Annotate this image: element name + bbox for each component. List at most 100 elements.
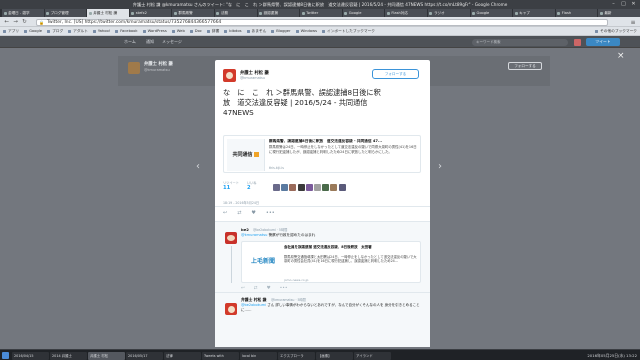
reply-author-handle[interactable]: @be2obokumi	[253, 228, 276, 232]
window-controls: – □ ✕	[610, 1, 637, 8]
retweeter-avatar[interactable]	[297, 184, 305, 191]
profile-handle: @kmuramatsu	[144, 68, 170, 72]
retweet-stat[interactable]: リツイート 11	[223, 180, 239, 194]
browser-tab[interactable]: 最新	[598, 9, 640, 17]
previous-tweet-arrow-icon[interactable]: ‹	[196, 161, 200, 172]
bookmark-item[interactable]: 辞書	[206, 27, 219, 35]
taskbar-item[interactable]: local bin	[240, 351, 277, 360]
browser-tab[interactable]: Google	[470, 9, 513, 17]
reply-link-card[interactable]: 上毛新聞 会社員を誤認逮捕 道交法違反容疑、8日後釈放 太田署 群馬県警交通指導…	[241, 241, 421, 283]
nav-notifications[interactable]: 通知	[146, 36, 154, 48]
next-tweet-arrow-icon[interactable]: ›	[438, 161, 442, 172]
browser-tab[interactable]: 法務	[214, 9, 257, 17]
browser-tab[interactable]: Twitter	[300, 9, 342, 17]
retweeter-avatar[interactable]	[330, 184, 338, 191]
like-icon[interactable]: ♥	[251, 210, 255, 216]
thread-line	[230, 246, 232, 283]
mention-link[interactable]: @be2obokumi	[241, 303, 266, 307]
taskbar-item[interactable]: 2016/05/17	[126, 351, 163, 360]
retweeter-avatar[interactable]	[338, 184, 346, 191]
close-modal-icon[interactable]: ×	[617, 51, 625, 61]
user-avatar[interactable]	[574, 38, 581, 46]
retweet-icon[interactable]: ⇄	[254, 286, 258, 291]
bookmark-item[interactable]: Doc	[189, 27, 202, 35]
twitter-search-input[interactable]: キーワード検索	[472, 38, 568, 46]
reply-author-name[interactable]: be2	[241, 227, 249, 232]
other-bookmarks[interactable]: その他のブックマーク	[595, 27, 637, 35]
browser-tab[interactable]: Google	[342, 9, 385, 17]
follow-button[interactable]: フォローする	[372, 69, 419, 79]
address-bar[interactable]: 🔒 Twitter, Inc. [US] https://twitter.com…	[36, 18, 608, 26]
retweeter-avatar[interactable]	[313, 184, 321, 191]
reply-time[interactable]: · 5時間	[295, 298, 305, 302]
link-card[interactable]: 共同通信 群馬県警、誤認逮捕8日後に釈放 道交法違反容疑 - 共同通信 47..…	[223, 135, 421, 173]
reply-author-handle[interactable]: @kmuramatsu	[271, 298, 294, 302]
browser-tab[interactable]: Flash	[555, 9, 598, 17]
browser-tab[interactable]: Flash対応	[385, 9, 427, 17]
bookmark-item[interactable]: bibdos	[224, 27, 242, 35]
author-handle[interactable]: @kmuramatsu	[240, 76, 265, 80]
retweeter-avatar[interactable]	[289, 184, 297, 191]
more-icon[interactable]: •••	[266, 210, 275, 216]
bookmark-item[interactable]: アダルト	[68, 27, 88, 35]
mention-link[interactable]: @kmuramatsu	[241, 233, 267, 237]
taskbar-item[interactable]: エクスプローラ	[278, 351, 315, 360]
bookmark-item[interactable]: Yahoo!	[92, 27, 110, 35]
browser-tab[interactable]: ラジオ	[427, 9, 470, 17]
reply-avatar[interactable]	[225, 303, 237, 315]
bookmark-item[interactable]: あまぞん	[246, 27, 266, 35]
retweet-count: 11	[223, 185, 231, 191]
bookmark-item[interactable]: Web	[171, 27, 185, 35]
browser-tab[interactable]: ブログ管理	[44, 9, 87, 17]
taskbar-item-active[interactable]: 弁護士 村松	[88, 351, 125, 360]
tweet-text: な に こ れ ＞群馬県警、誤認逮捕8日後に釈 放 道交法違反容疑 | 2016…	[223, 88, 423, 118]
retweeter-avatar[interactable]	[273, 184, 280, 191]
nav-messages[interactable]: メッセージ	[162, 36, 182, 48]
bookmark-item[interactable]: Facebook	[115, 27, 138, 35]
reply-time[interactable]: · 5時間	[277, 228, 287, 232]
forward-icon[interactable]: →	[12, 19, 19, 26]
browser-tab[interactable]: 金曜日 - 雑学	[2, 9, 44, 17]
retweeter-avatar[interactable]	[305, 184, 313, 191]
menu-icon[interactable]: ≡	[629, 19, 637, 26]
reply-avatar[interactable]	[225, 232, 237, 244]
taskbar-item[interactable]: Tweets with	[202, 351, 239, 360]
retweeter-avatar[interactable]	[281, 184, 289, 191]
bookmark-item[interactable]: Windows	[295, 27, 317, 35]
taskbar-item[interactable]: 2016/04/15	[12, 351, 49, 360]
bookmark-item[interactable]: インポートしたブックマーク	[322, 27, 375, 35]
bookmark-item[interactable]: Blogger	[271, 27, 291, 35]
card-description: 群馬県警は24日、一時停止をしなかったとして道交法違反の疑いで同県大泉町の男性(…	[269, 145, 417, 154]
tweet-compose-button[interactable]: ツイート	[586, 38, 620, 46]
like-icon[interactable]: ♥	[267, 286, 271, 291]
reply-icon[interactable]: ↩	[241, 286, 245, 291]
back-icon[interactable]: ←	[3, 19, 10, 26]
retweeter-avatar[interactable]	[322, 184, 330, 191]
minimize-button[interactable]: –	[610, 1, 617, 8]
author-avatar[interactable]	[223, 69, 236, 82]
browser-tab[interactable]: キャプ	[513, 9, 555, 17]
bookmark-item[interactable]: WordPress	[142, 27, 167, 35]
bookmark-item[interactable]: Google	[24, 27, 42, 35]
taskbar-item[interactable]: 2014 弁護士	[50, 351, 87, 360]
like-stat[interactable]: いいね 2	[247, 180, 257, 194]
bookmark-item[interactable]: アプリ	[3, 27, 19, 35]
browser-tab[interactable]: 誤認逮捕	[257, 9, 300, 17]
reply-icon[interactable]: ↩	[223, 210, 227, 216]
taskbar-item[interactable]: アイランド	[354, 351, 391, 360]
maximize-button[interactable]: □	[620, 1, 627, 8]
browser-tab[interactable]: stefx2	[129, 9, 172, 17]
more-icon[interactable]: •••	[280, 286, 288, 291]
nav-home[interactable]: ホーム	[124, 36, 136, 48]
profile-follow-button[interactable]: フォローする	[508, 62, 542, 70]
taskbar-item[interactable]: 【画像】	[316, 351, 353, 360]
start-menu-icon[interactable]	[2, 352, 9, 359]
retweet-icon[interactable]: ⇄	[237, 210, 241, 216]
browser-tab[interactable]: 群馬県警	[172, 9, 214, 17]
close-window-button[interactable]: ✕	[630, 1, 637, 8]
browser-tab-active[interactable]: 弁護士 村松 謙	[87, 9, 129, 17]
reload-icon[interactable]: ↻	[21, 19, 28, 26]
taskbar-item[interactable]: 法律	[164, 351, 201, 360]
system-clock[interactable]: 2016年05月25日(水) 13:22	[587, 350, 637, 360]
bookmark-item[interactable]: ブログ	[47, 27, 63, 35]
